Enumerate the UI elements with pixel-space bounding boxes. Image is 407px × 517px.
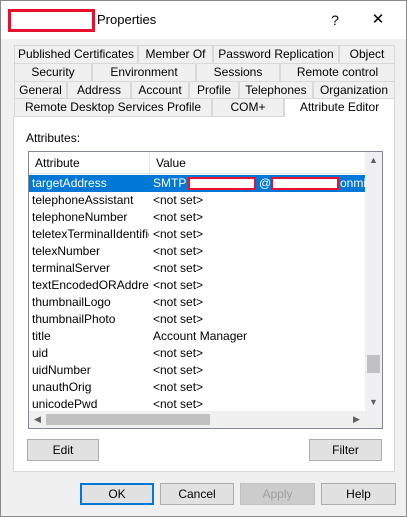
value-at-sign: @ [259,176,271,190]
scroll-right-icon[interactable]: ▶ [348,411,365,428]
table-row[interactable]: textEncodedORAddress <not set> [29,277,365,294]
tab-sessions[interactable]: Sessions [196,63,280,81]
table-row[interactable]: targetAddressSMTP@onmic [29,175,365,192]
cancel-button[interactable]: Cancel [160,483,234,505]
table-row[interactable]: unauthOrig <not set> [29,379,365,396]
scroll-up-icon[interactable]: ▲ [365,152,382,169]
tab-environment[interactable]: Environment [92,63,196,81]
tab-telephones[interactable]: Telephones [239,81,313,99]
tab-member-of[interactable]: Member Of [138,45,213,63]
attribute-value: <not set> [153,346,204,360]
table-row[interactable]: title Account Manager [29,328,365,345]
ok-button[interactable]: OK [80,483,154,505]
table-row[interactable]: thumbnailPhoto <not set> [29,311,365,328]
filter-button[interactable]: Filter [309,439,382,461]
attribute-value: Account Manager [153,329,248,343]
attribute-value: <not set> [153,312,204,326]
properties-dialog: Properties ? ✕ Published Certificates Me… [0,0,407,517]
attribute-name: teletexTerminalIdentifier [32,227,149,241]
table-row[interactable]: telephoneAssistant <not set> [29,192,365,209]
attribute-value: <not set> [153,295,204,309]
attributes-list[interactable]: Attribute Value targetAddressSMTP@onmict… [28,151,383,429]
tab-profile[interactable]: Profile [189,81,239,99]
attribute-name: uidNumber [32,363,91,377]
attribute-name: textEncodedORAddress [32,278,149,292]
tab-organization[interactable]: Organization [313,81,395,99]
help-button[interactable]: Help [321,483,396,505]
attribute-value: <not set> [153,210,204,224]
tab-password-replication[interactable]: Password Replication [213,45,339,63]
column-header-attribute[interactable]: Attribute [29,152,150,174]
attribute-name: uid [32,346,49,360]
attribute-value: <not set> [153,193,204,207]
table-row[interactable]: terminalServer <not set> [29,260,365,277]
table-row[interactable]: uid <not set> [29,345,365,362]
tab-remote-desktop-services-profile[interactable]: Remote Desktop Services Profile [14,98,212,116]
vertical-scrollbar[interactable]: ▲ ▼ [365,152,382,411]
horizontal-scrollbar[interactable]: ◀ ▶ [29,411,365,428]
redacted-value-box [188,177,256,190]
attribute-value: <not set> [153,244,204,258]
attribute-value: <not set> [153,261,204,275]
table-row[interactable]: teletexTerminalIdentifier <not set> [29,226,365,243]
tab-published-certificates[interactable]: Published Certificates [14,45,138,63]
tab-security[interactable]: Security [14,63,92,81]
value-domain-tail: onmic [340,176,365,190]
tab-object[interactable]: Object [339,45,395,63]
attribute-name: telephoneNumber [32,210,128,224]
scroll-corner [365,411,382,428]
vertical-scroll-thumb[interactable] [367,355,380,373]
attribute-name: telexNumber [32,244,101,258]
attribute-name: terminalServer [32,261,111,275]
tab-general[interactable]: General [14,81,67,99]
attribute-name: telephoneAssistant [32,193,134,207]
scroll-down-icon[interactable]: ▼ [365,394,382,411]
attribute-name: thumbnailPhoto [32,312,116,326]
table-row[interactable]: uidNumber <not set> [29,362,365,379]
tab-com-plus[interactable]: COM+ [212,98,284,116]
window-title: Properties [97,12,157,27]
attributes-label: Attributes: [26,131,81,145]
redacted-domain-box [271,177,339,190]
attribute-value: <not set> [153,278,204,292]
table-row[interactable]: thumbnailLogo <not set> [29,294,365,311]
attribute-name: title [32,329,51,343]
tab-attribute-editor[interactable]: Attribute Editor [284,98,395,117]
attribute-editor-panel: Attributes: Attribute Value targetAddres… [13,116,395,472]
attribute-value: <not set> [153,363,204,377]
list-header: Attribute Value [29,152,365,174]
table-row[interactable]: telephoneNumber <not set> [29,209,365,226]
tab-address[interactable]: Address [67,81,131,99]
tab-account[interactable]: Account [131,81,189,99]
apply-button[interactable]: Apply [240,483,315,505]
tab-remote-control[interactable]: Remote control [280,63,395,81]
edit-button[interactable]: Edit [27,439,99,461]
attribute-value: <not set> [153,227,204,241]
attribute-value: <not set> [153,380,204,394]
attribute-name: thumbnailLogo [32,295,111,309]
attribute-name: targetAddress [32,176,107,190]
title-bar: Properties ? ✕ [1,1,406,39]
attribute-name: unauthOrig [32,380,92,394]
redacted-title-box [8,9,95,32]
scroll-left-icon[interactable]: ◀ [29,411,46,428]
table-row[interactable]: telexNumber <not set> [29,243,365,260]
help-icon[interactable]: ? [323,8,347,32]
close-icon[interactable]: ✕ [363,8,393,32]
horizontal-scroll-thumb[interactable] [46,414,210,425]
column-header-value[interactable]: Value [150,152,365,174]
